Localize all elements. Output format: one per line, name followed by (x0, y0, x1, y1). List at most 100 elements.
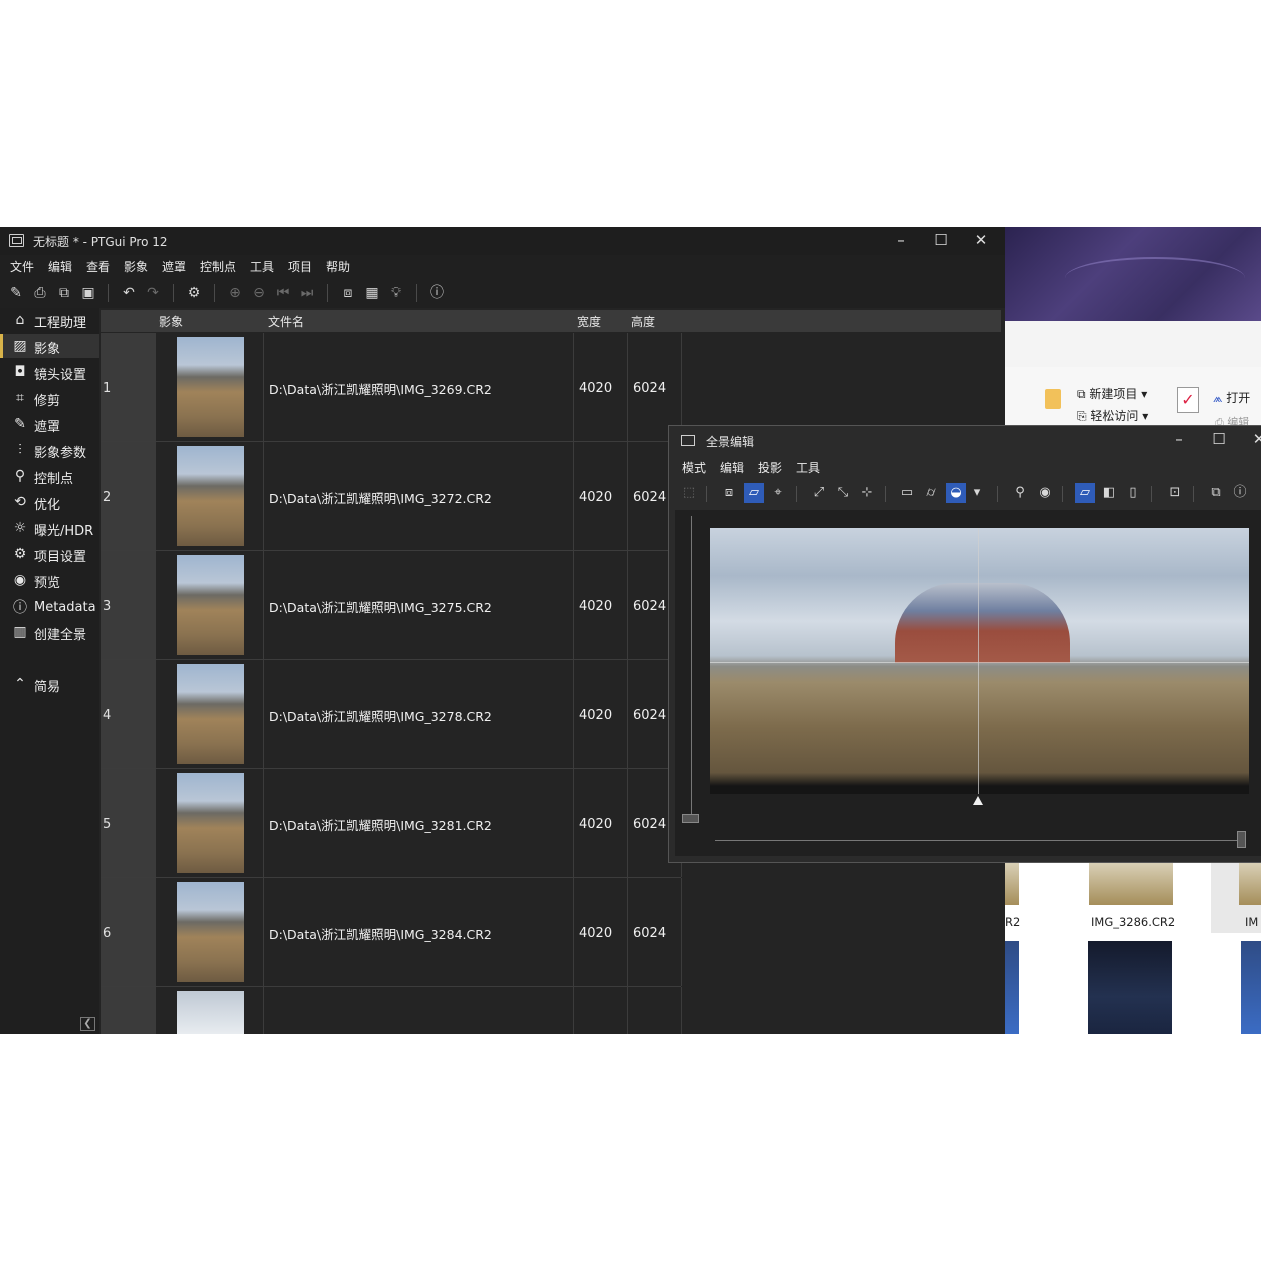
column-header-width[interactable]: 宽度 (577, 313, 601, 330)
table-row[interactable]: 2 D:\Data\浙江凯耀照明\IMG_3272.CR2 4020 6024 (101, 442, 682, 551)
open-project-icon[interactable]: ⎙ (30, 283, 50, 303)
next-icon[interactable]: ⏭ (297, 283, 317, 303)
menu-tools[interactable]: 工具 (250, 258, 274, 275)
sidebar-item-crop[interactable]: ⌗ 修剪 (0, 386, 99, 410)
maximize-button[interactable]: ☐ (921, 229, 961, 251)
sidebar-item-create-panorama[interactable]: ▥ 创建全景 (0, 620, 99, 644)
new-item-button[interactable]: ⧉ 新建项目 ▾ (1077, 385, 1147, 402)
center-marker-icon[interactable] (973, 796, 983, 805)
table-row[interactable]: 4 D:\Data\浙江凯耀照明\IMG_3278.CR2 4020 6024 (101, 660, 682, 769)
undo-icon[interactable]: ↶ (119, 283, 139, 303)
horizontal-fov-slider-handle[interactable] (1237, 831, 1246, 848)
table-view-icon[interactable]: ▦ (362, 283, 382, 303)
help-icon[interactable]: ⓘ (1230, 483, 1250, 503)
collapse-sidebar-icon[interactable]: ❮ (80, 1017, 95, 1031)
panorama-preview-image[interactable] (710, 528, 1249, 794)
horizontal-fov-slider-track[interactable] (715, 840, 1243, 841)
menu-help[interactable]: 帮助 (326, 258, 350, 275)
image-thumbnail[interactable] (177, 555, 244, 655)
file-thumbnail[interactable] (1088, 941, 1172, 1034)
settings-icon[interactable]: ⚙ (184, 283, 204, 303)
table-row[interactable] (101, 987, 682, 1034)
column-header-image[interactable]: 影象 (159, 313, 183, 330)
fit-panorama-icon[interactable]: ⤢ (809, 483, 829, 503)
menu-mode[interactable]: 模式 (682, 459, 706, 476)
add-images-icon[interactable]: ⧉ (54, 283, 74, 303)
properties-check-icon[interactable]: ✓ (1177, 387, 1199, 413)
cylindrical-projection-icon[interactable]: ⌭ (921, 483, 941, 503)
panorama-editor-icon[interactable]: ⧈ (338, 283, 358, 303)
table-row[interactable]: 5 D:\Data\浙江凯耀照明\IMG_3281.CR2 4020 6024 (101, 769, 682, 878)
projection-dropdown-icon[interactable]: ▾ (970, 483, 984, 503)
open-button[interactable]: ⩕ 打开 (1213, 389, 1250, 406)
vertical-fov-slider-handle[interactable] (682, 814, 699, 823)
sidebar-item-images[interactable]: ▨ 影象 (0, 334, 99, 358)
lightbulb-icon[interactable]: 💡︎ (386, 283, 406, 303)
column-header-height[interactable]: 高度 (631, 313, 655, 330)
table-row[interactable]: 6 D:\Data\浙江凯耀照明\IMG_3284.CR2 4020 6024 (101, 878, 682, 987)
detach-window-icon[interactable]: ⧉ (1206, 483, 1226, 503)
sidebar-item-optimize[interactable]: ⟲ 优化 (0, 490, 99, 514)
sidebar-item-control-points[interactable]: ⚲ 控制点 (0, 464, 99, 488)
center-point-icon[interactable]: ⌖ (768, 483, 788, 503)
zoom-icon[interactable]: ⚲ (1010, 483, 1030, 503)
drag-mode-icon[interactable]: ▱ (744, 483, 764, 503)
close-button[interactable]: ✕ (961, 229, 1001, 251)
menu-project[interactable]: 项目 (288, 258, 312, 275)
new-project-icon[interactable]: ✎ (6, 283, 26, 303)
menu-control-points[interactable]: 控制点 (200, 258, 236, 275)
file-thumbnail[interactable] (1241, 941, 1261, 1034)
redo-icon[interactable]: ↷ (143, 283, 163, 303)
image-thumbnail[interactable] (177, 991, 244, 1034)
file-label[interactable]: IMG_3286.CR2 (1091, 915, 1175, 929)
image-thumbnail[interactable] (177, 773, 244, 873)
sidebar-item-simple[interactable]: ⌃ 简易 (0, 672, 99, 696)
save-icon[interactable]: ▣ (78, 283, 98, 303)
menu-projection[interactable]: 投影 (758, 459, 782, 476)
maximize-button[interactable]: ☐ (1199, 428, 1239, 450)
zoom-out-icon[interactable]: ⊖ (249, 283, 269, 303)
minimize-button[interactable]: – (1159, 428, 1199, 450)
file-label[interactable]: R2 (1005, 915, 1020, 929)
show-images-icon[interactable]: ⧈ (719, 483, 739, 503)
sidebar-item-image-parameters[interactable]: ⫶ 影象参数 (0, 438, 99, 462)
table-row[interactable]: 3 D:\Data\浙江凯耀照明\IMG_3275.CR2 4020 6024 (101, 551, 682, 660)
image-thumbnail[interactable] (177, 446, 244, 546)
half-preview-icon[interactable]: ◧ (1099, 483, 1119, 503)
help-icon[interactable]: ⓘ (427, 283, 447, 303)
menu-tools[interactable]: 工具 (796, 459, 820, 476)
select-icon[interactable]: ⬚ (679, 483, 699, 503)
sidebar-item-metadata[interactable]: ⓘ Metadata (0, 596, 99, 620)
menu-file[interactable]: 文件 (10, 258, 34, 275)
shrink-icon[interactable]: ⤡ (833, 483, 853, 503)
minimize-button[interactable]: – (881, 229, 921, 251)
preview-eye-icon[interactable]: ◉ (1035, 483, 1055, 503)
sidebar-item-preview[interactable]: ◉ 预览 (0, 568, 99, 592)
file-thumbnail[interactable] (1089, 863, 1173, 905)
image-thumbnail[interactable] (177, 337, 244, 437)
menu-images[interactable]: 影象 (124, 258, 148, 275)
menu-edit[interactable]: 编辑 (48, 258, 72, 275)
easy-access-button[interactable]: ⎘ 轻松访问 ▾ (1077, 407, 1148, 424)
sidebar-item-mask[interactable]: ✎ 遮罩 (0, 412, 99, 436)
previous-icon[interactable]: ⏮ (273, 283, 293, 303)
sidebar-item-lens-settings[interactable]: ◘ 镜头设置 (0, 360, 99, 384)
close-button[interactable]: ✕ (1239, 428, 1261, 450)
sidebar-item-exposure-hdr[interactable]: ☼ 曝光/HDR (0, 516, 99, 540)
equirectangular-projection-icon[interactable]: ◒ (946, 483, 966, 503)
menu-edit[interactable]: 编辑 (720, 459, 744, 476)
zoom-in-icon[interactable]: ⊕ (225, 283, 245, 303)
snapshot-icon[interactable]: ⊡ (1165, 483, 1185, 503)
file-thumbnail[interactable] (1005, 863, 1019, 905)
rectilinear-projection-icon[interactable]: ▭ (897, 483, 917, 503)
quick-preview-icon[interactable]: ▱ (1075, 483, 1095, 503)
sidebar-item-project-settings[interactable]: ⚙ 项目设置 (0, 542, 99, 566)
full-preview-icon[interactable]: ▯ (1123, 483, 1143, 503)
menu-view[interactable]: 查看 (86, 258, 110, 275)
image-thumbnail[interactable] (177, 664, 244, 764)
table-row[interactable]: 1 D:\Data\浙江凯耀照明\IMG_3269.CR2 4020 6024 (101, 333, 682, 442)
image-thumbnail[interactable] (177, 882, 244, 982)
menu-mask[interactable]: 遮罩 (162, 258, 186, 275)
straighten-icon[interactable]: ⊹ (857, 483, 877, 503)
column-header-filename[interactable]: 文件名 (268, 313, 304, 330)
